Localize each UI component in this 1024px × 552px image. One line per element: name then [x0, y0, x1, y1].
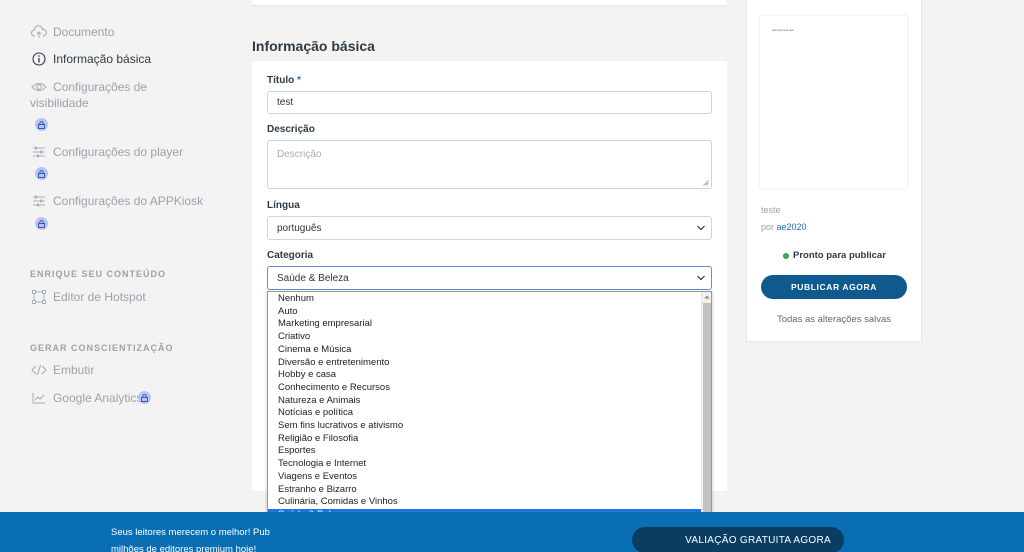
sidebar-item-appkiosk[interactable]: Configurações do APPKiosk — [30, 193, 203, 209]
sidebar-item-label: Configurações do player — [53, 145, 184, 159]
sidebar-item-label: Informação básica — [53, 52, 152, 66]
category-select[interactable]: Saúde & Beleza — [267, 266, 712, 290]
publish-now-button[interactable]: PUBLICAR AGORA — [761, 275, 907, 299]
required-mark: * — [297, 75, 301, 86]
sidebar-item-documento[interactable]: Documento — [30, 24, 114, 40]
dropdown-option[interactable]: Culinária, Comidas e Vinhos — [268, 496, 702, 509]
dropdown-option[interactable]: Diversão e entretenimento — [268, 357, 702, 370]
info-icon — [30, 51, 48, 67]
chart-icon — [30, 390, 48, 406]
description-label: Descrição — [267, 124, 315, 135]
promo-banner: Seus leitores merecem o melhor! Pub milh… — [0, 512, 1024, 552]
sidebar-item-player[interactable]: Configurações do player — [30, 144, 183, 160]
code-icon — [30, 362, 48, 378]
dropdown-scrollbar[interactable] — [701, 292, 711, 545]
category-label: Categoria — [267, 250, 314, 261]
resize-grip-icon[interactable] — [703, 180, 709, 186]
document-name: teste — [761, 205, 781, 215]
sidebar-item-informacao-basica[interactable]: Informação básica — [30, 51, 151, 67]
page-title: Informação básica — [252, 38, 375, 54]
title-label: Título * — [267, 75, 301, 86]
lock-icon — [138, 391, 151, 404]
hotspot-icon — [30, 289, 48, 305]
category-value: Saúde & Beleza — [277, 272, 349, 284]
dropdown-option[interactable]: Nenhum — [268, 293, 702, 306]
chevron-down-icon — [697, 225, 705, 231]
dropdown-option[interactable]: Tecnologia e Internet — [268, 458, 702, 471]
dropdown-option[interactable]: Estranho e Bizarro — [268, 484, 702, 497]
dropdown-option[interactable]: Marketing empresarial — [268, 318, 702, 331]
sidebar-item-visibilidade[interactable]: Configurações de visibilidade — [30, 79, 200, 111]
dropdown-option[interactable]: Cinema e Música — [268, 344, 702, 357]
sliders-icon — [30, 193, 48, 209]
language-select[interactable]: português — [267, 216, 712, 240]
status-indicator: Pronto para publicar — [783, 250, 886, 261]
sidebar-item-label: Configurações de visibilidade — [30, 79, 148, 110]
author-line: por ae2020 — [761, 222, 807, 232]
author-link[interactable]: ae2020 — [777, 222, 807, 232]
description-textarea[interactable]: Descrição — [267, 140, 712, 189]
description-placeholder: Descrição — [277, 149, 322, 160]
document-card — [252, 0, 727, 6]
free-trial-button[interactable]: VALIAÇÃO GRATUITA AGORA — [632, 527, 844, 552]
sidebar-item-hotspot[interactable]: Editor de Hotspot — [30, 289, 146, 305]
chevron-down-icon — [697, 275, 705, 281]
status-dot-icon — [783, 252, 789, 259]
sliders-icon — [30, 144, 48, 160]
section-heading-awareness: GERAR CONSCIENTIZAÇÃO — [30, 343, 174, 353]
sidebar-item-label: Configurações do APPKiosk — [53, 194, 204, 208]
dropdown-option[interactable]: Criativo — [268, 331, 702, 344]
sidebar-item-label: Google Analytics — [53, 391, 143, 405]
sidebar-item-label: Documento — [53, 25, 115, 39]
dropdown-option[interactable]: Notícias e política — [268, 407, 702, 420]
lock-icon — [35, 217, 48, 230]
sidebar-item-embutir[interactable]: Embutir — [30, 362, 94, 378]
lock-icon — [35, 118, 48, 131]
scroll-up-arrow-icon[interactable] — [704, 294, 710, 300]
document-thumbnail[interactable]: test test test test — [760, 16, 907, 188]
section-heading-enrich: ENRIQUE SEU CONTEÚDO — [30, 269, 167, 279]
cloud-upload-icon — [30, 24, 48, 40]
sidebar-item-label: Editor de Hotspot — [53, 290, 146, 304]
dropdown-option[interactable]: Natureza e Animais — [268, 395, 702, 408]
title-input[interactable]: test — [267, 91, 712, 114]
sidebar: Documento Informação básica Configuraçõe… — [0, 0, 230, 510]
dropdown-option[interactable]: Esportes — [268, 445, 702, 458]
category-dropdown-list[interactable]: Nenhum Auto Marketing empresarial Criativo C… — [267, 291, 712, 546]
dropdown-option[interactable]: Auto — [268, 306, 702, 319]
scrollbar-thumb[interactable] — [703, 303, 711, 513]
dropdown-option[interactable]: Hobby e casa — [268, 369, 702, 382]
eye-icon — [30, 79, 48, 95]
thumbnail-text: test test test test — [772, 28, 794, 32]
sidebar-item-label: Embutir — [53, 363, 95, 377]
lock-icon — [35, 167, 48, 180]
dropdown-option[interactable]: Sem fins lucrativos e ativismo — [268, 420, 702, 433]
banner-text: Seus leitores merecem o melhor! Pub milh… — [111, 527, 270, 552]
saved-status: Todas as alterações salvas — [776, 314, 892, 325]
language-label: Língua — [267, 200, 300, 211]
dropdown-option[interactable]: Viagens e Eventos — [268, 471, 702, 484]
dropdown-option[interactable]: Conhecimento e Recursos — [268, 382, 702, 395]
dropdown-option[interactable]: Religião e Filosofia — [268, 433, 702, 446]
language-value: português — [277, 222, 322, 234]
sidebar-item-google-analytics[interactable]: Google Analytics — [30, 390, 142, 406]
